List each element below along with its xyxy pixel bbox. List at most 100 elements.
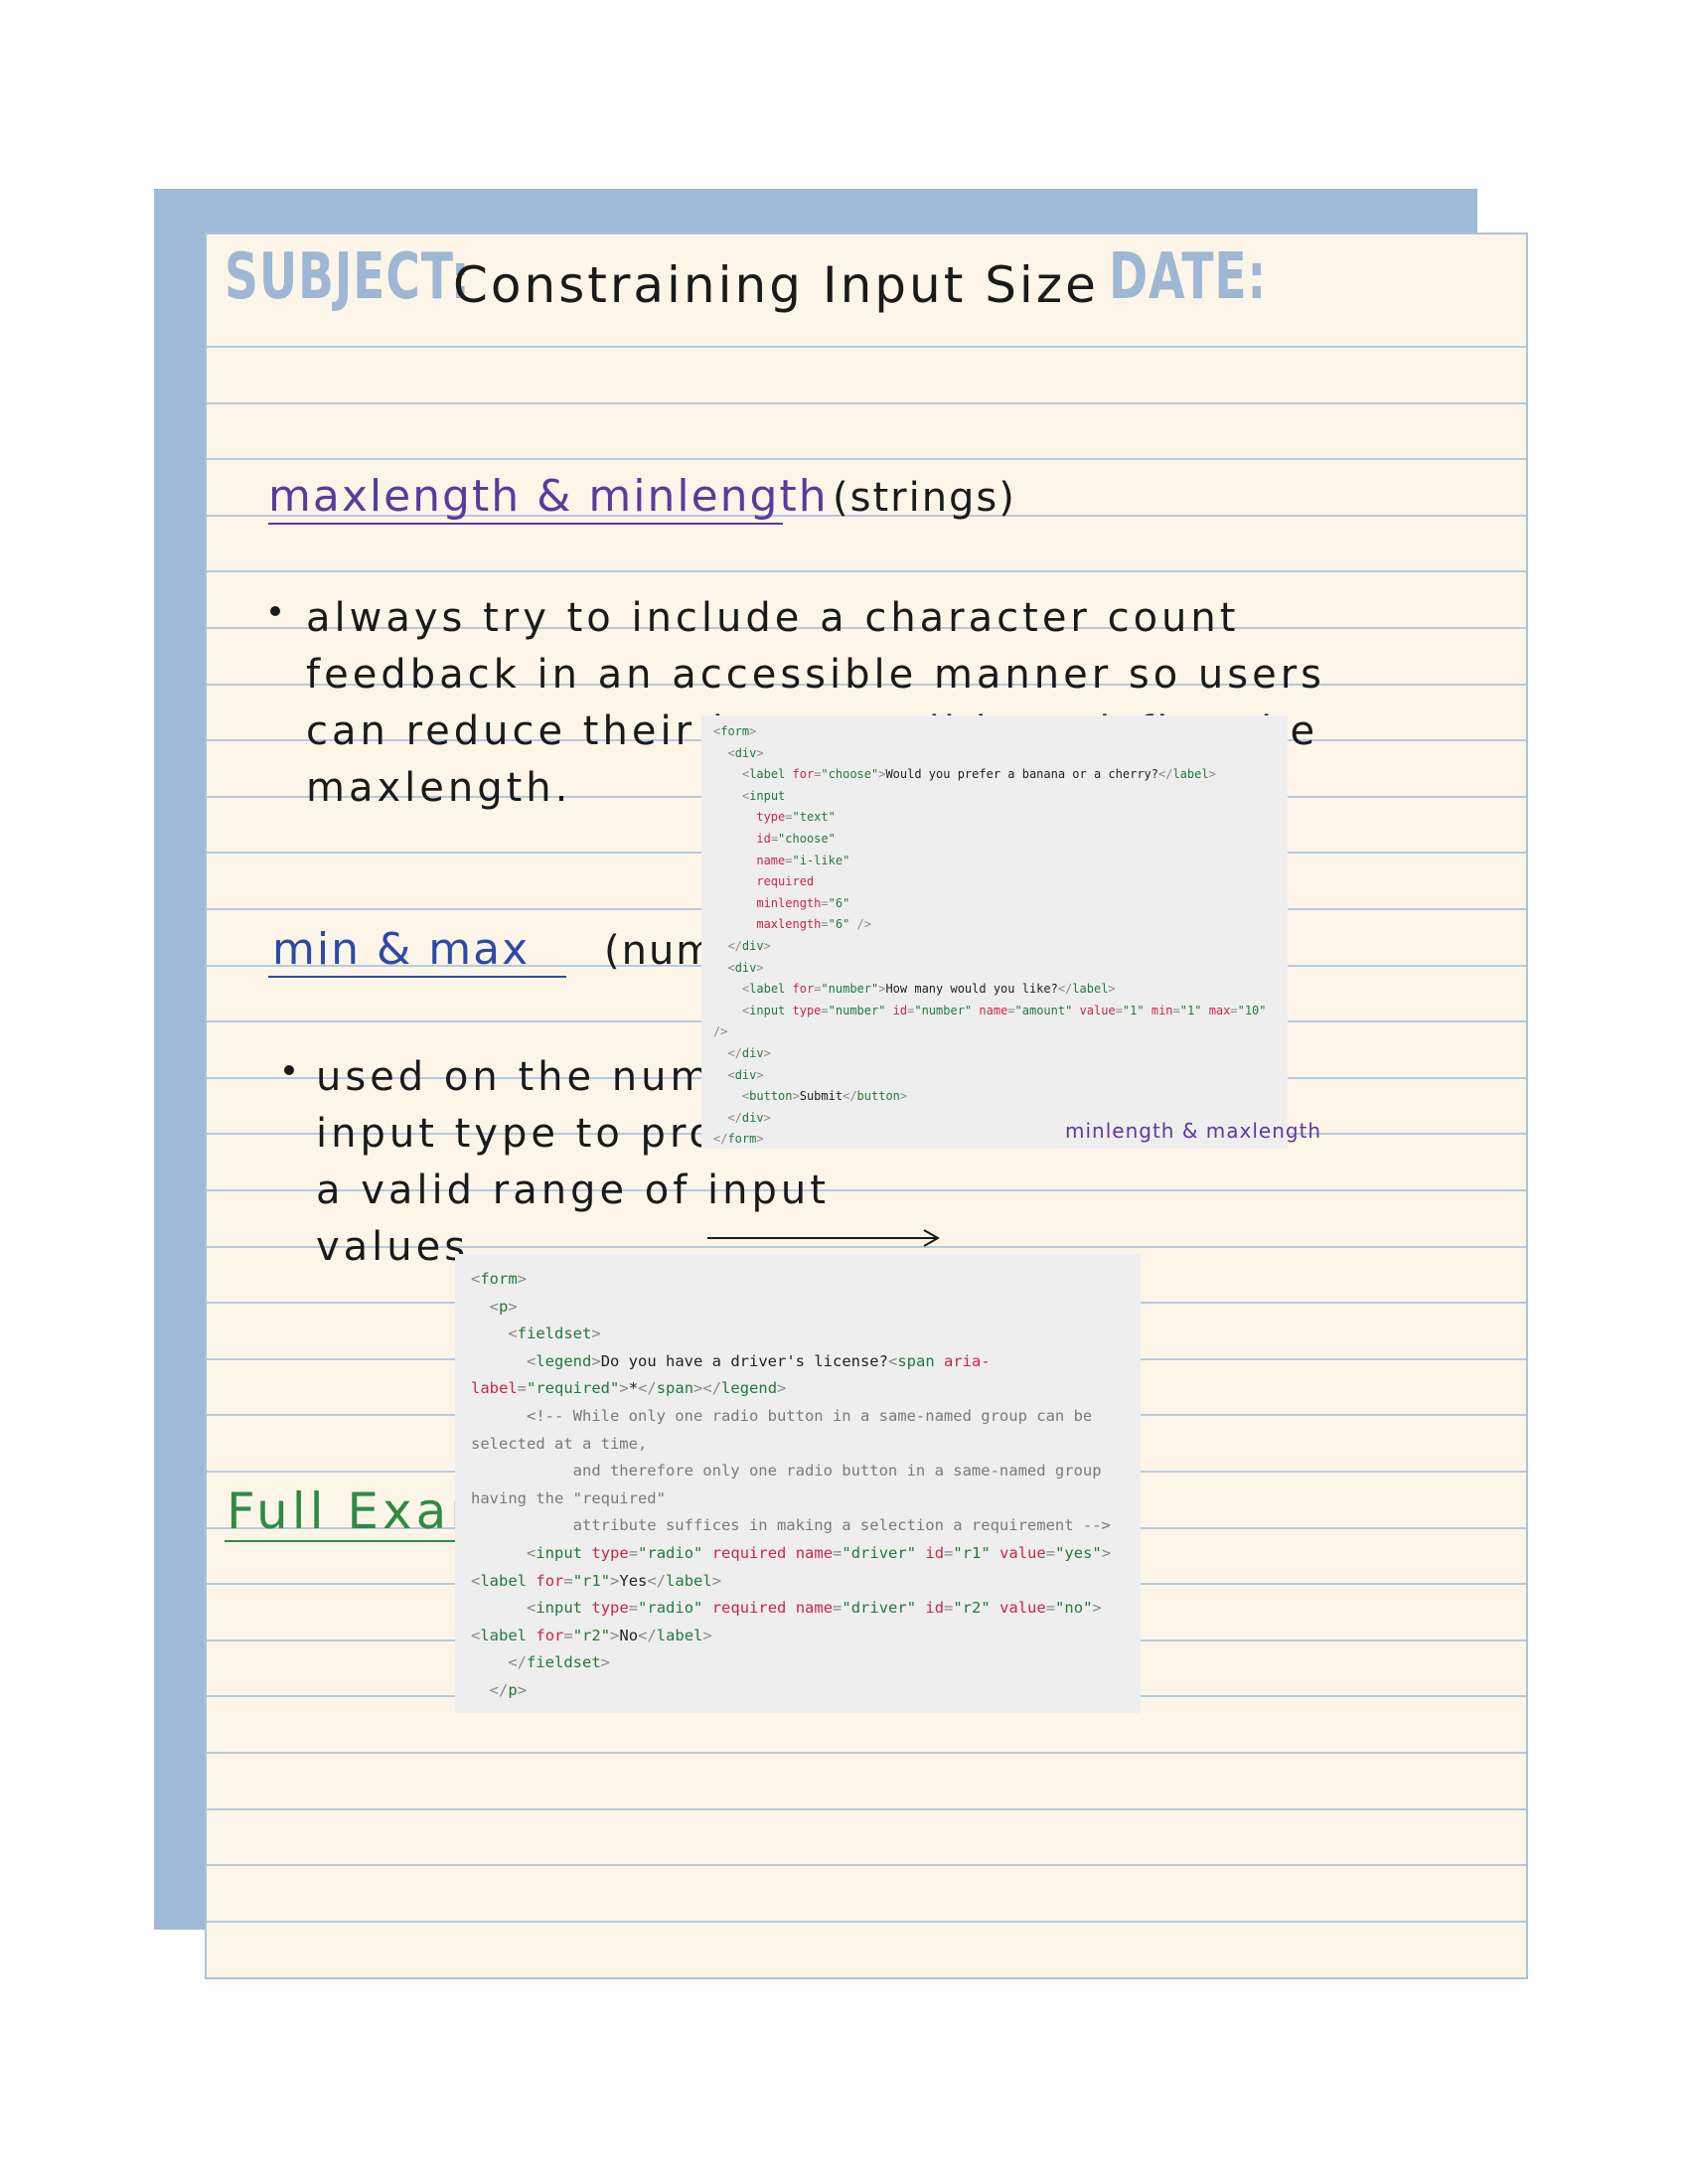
code-token: required: [711, 1599, 787, 1618]
code-token: id: [756, 831, 771, 846]
code-token: =: [1007, 1003, 1015, 1017]
code-line: <p>: [471, 1294, 1141, 1322]
code-token: id: [925, 1599, 945, 1618]
code-token: value: [999, 1599, 1046, 1618]
code-token: =: [944, 1599, 954, 1618]
code-line: </p>: [471, 1677, 1141, 1705]
code-token: max: [1208, 1003, 1231, 1017]
ruled-line: [207, 570, 1526, 572]
code-token: =: [1045, 1543, 1056, 1562]
code-token: <: [727, 745, 735, 760]
code-line: <form>: [471, 1266, 1141, 1294]
code-token: >: [702, 1626, 712, 1644]
code-token: =: [821, 917, 829, 932]
code-token: button: [749, 1089, 793, 1104]
code-token: =: [833, 1599, 843, 1618]
code-token: </: [727, 938, 742, 953]
code-line: <input type="radio" required name="drive…: [471, 1540, 1141, 1568]
code-token: type: [591, 1543, 629, 1562]
code-token: id: [892, 1003, 908, 1017]
code-token: for: [536, 1626, 564, 1644]
code-token: minlength: [756, 895, 822, 910]
code-token: =: [628, 1599, 639, 1618]
code-token: =: [1045, 1599, 1056, 1618]
code-token: </: [638, 1626, 657, 1644]
code-token: Would you prefer a banana or a cherry?: [885, 767, 1158, 782]
code-token: for: [792, 767, 815, 782]
code-token: for: [536, 1571, 564, 1590]
code-token: label: [1072, 982, 1109, 997]
code-token: </: [489, 1680, 509, 1699]
code-token: maxlength: [756, 917, 822, 932]
code-token: >: [756, 1067, 764, 1082]
code-line: minlength="6": [713, 893, 1288, 915]
code-token: "r1": [572, 1571, 611, 1590]
ruled-line: [207, 1808, 1526, 1810]
code-token: >: [610, 1626, 620, 1644]
code-line: label="required">*</span></legend>: [471, 1375, 1141, 1403]
code-token: selected at a time,: [471, 1434, 648, 1453]
code-token: p: [508, 1680, 518, 1699]
code-line: selected at a time,: [471, 1431, 1141, 1459]
ruled-line: [207, 1752, 1526, 1754]
code-snippet-full-example: <form> <p> <fieldset> <legend>Do you hav…: [455, 1254, 1141, 1713]
code-token: >: [749, 724, 757, 738]
code-token: name: [795, 1599, 834, 1618]
code-token: value: [999, 1543, 1046, 1562]
code-token: "driver": [842, 1543, 917, 1562]
code-token: span: [897, 1351, 935, 1370]
code-line: <fieldset>: [471, 1321, 1141, 1348]
code-token: id: [925, 1543, 945, 1562]
code-token: name: [795, 1543, 834, 1562]
code-line: and therefore only one radio button in a…: [471, 1458, 1141, 1485]
code-line: </fieldset>: [471, 1649, 1141, 1677]
code-line: attribute suffices in making a selection…: [471, 1512, 1141, 1540]
code-token: >: [756, 960, 764, 975]
code-token: =: [821, 895, 829, 910]
code-line: <!-- While only one radio button in a sa…: [471, 1403, 1141, 1431]
code-token: p: [499, 1297, 509, 1316]
code-token: =: [785, 853, 793, 867]
code-token: <: [727, 1067, 735, 1082]
code-token: "number": [828, 1003, 886, 1017]
code-token: label: [1172, 767, 1209, 782]
code-token: >: [756, 1132, 764, 1147]
code-token: </: [1158, 767, 1173, 782]
code-token: aria-: [944, 1351, 991, 1370]
code-token: form: [720, 724, 750, 738]
code-token: <: [887, 1351, 898, 1370]
code-line: required: [713, 871, 1288, 893]
ruled-line: [207, 458, 1526, 460]
code-token: div: [734, 960, 757, 975]
bullet-dot: [284, 1065, 294, 1075]
code-token: fieldset: [517, 1325, 592, 1343]
code-token: </: [638, 1379, 657, 1398]
code-token: />: [713, 1024, 728, 1039]
code-token: label: [480, 1571, 528, 1590]
code-token: <: [471, 1571, 481, 1590]
code-token: div: [734, 745, 757, 760]
code-token: "radio": [638, 1599, 703, 1618]
code-line: <form>: [713, 721, 1288, 743]
code-token: <: [527, 1543, 537, 1562]
code-token: div: [734, 1067, 757, 1082]
code-token: <: [471, 1626, 481, 1644]
code-token: No: [619, 1626, 639, 1644]
code-token: form: [727, 1132, 757, 1147]
